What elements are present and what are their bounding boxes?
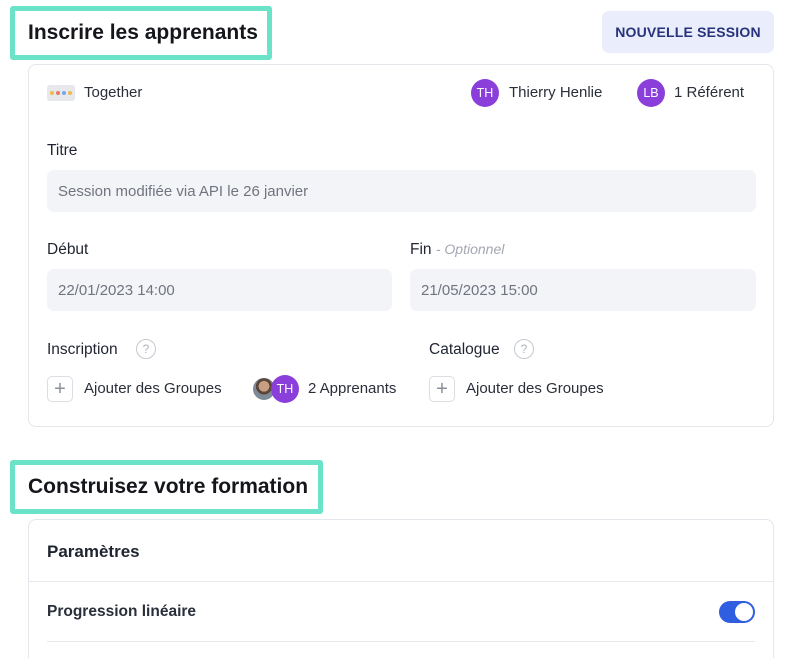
end-date-input[interactable] [410,269,756,311]
enroll-section-title-text: Inscrire les apprenants [28,21,258,44]
parameters-card: Paramètres Progression linéaire [28,519,774,658]
session-card: Together TH Thierry Henlie LB 1 Référent… [28,64,774,427]
referent-avatar: LB [637,79,665,107]
build-section-title: Construisez votre formation [10,460,323,514]
enrollment-add-groups-link[interactable]: Ajouter des Groupes [84,380,222,397]
start-date-input[interactable] [47,269,392,311]
enrollment-help-icon[interactable]: ? [136,339,156,359]
catalog-add-groups-plus-icon[interactable]: + [429,376,455,402]
owner-avatar: TH [471,79,499,107]
together-logo-icon [47,85,75,101]
enrollment-label: Inscription [47,341,118,358]
title-label: Titre [47,142,78,159]
catalog-add-groups-link[interactable]: Ajouter des Groupes [466,380,604,397]
end-optional-hint: - Optionnel [435,241,505,257]
enrollment-add-groups-plus-icon[interactable]: + [47,376,73,402]
build-section-title-text: Construisez votre formation [28,475,309,498]
linear-progression-label: Progression linéaire [47,603,197,620]
end-label-text: Fin [410,241,432,258]
catalog-help-icon[interactable]: ? [514,339,534,359]
parameters-title: Paramètres [47,542,140,561]
learner-avatar: TH [271,375,299,403]
session-tag-label: Together [84,84,143,101]
owner-name[interactable]: Thierry Henlie [509,84,602,101]
row-divider [47,641,755,642]
enroll-section-title: Inscrire les apprenants [10,6,272,60]
toggle-knob [735,603,753,621]
learners-count[interactable]: 2 Apprenants [308,380,396,397]
referent-count[interactable]: 1 Référent [674,84,744,101]
linear-progression-toggle[interactable] [719,601,755,623]
catalog-label: Catalogue [429,341,500,358]
title-input[interactable] [47,170,756,212]
start-label: Début [47,241,89,258]
new-session-button[interactable]: NOUVELLE SESSION [602,11,774,53]
end-label: Fin - Optionnel [410,241,504,259]
parameters-divider [29,581,773,582]
